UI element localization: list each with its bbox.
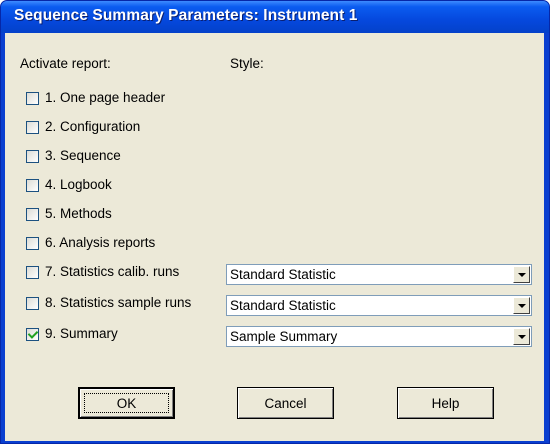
label-logbook: 4. Logbook <box>45 177 112 192</box>
chevron-down-icon[interactable] <box>513 266 530 283</box>
checkbox-one-page-header[interactable] <box>26 92 39 105</box>
label-one-page-header: 1. One page header <box>45 90 166 105</box>
checkbox-logbook[interactable] <box>26 179 39 192</box>
chevron-down-icon[interactable] <box>513 328 530 345</box>
checkbox-sequence[interactable] <box>26 150 39 163</box>
cancel-button[interactable]: Cancel <box>237 387 334 419</box>
cancel-button-label: Cancel <box>264 395 307 411</box>
checkbox-methods[interactable] <box>26 208 39 221</box>
style-select-sample-runs[interactable]: Standard Statistic <box>226 295 532 316</box>
help-button[interactable]: Help <box>397 387 494 419</box>
checkbox-statistics-calib-runs[interactable] <box>26 266 39 279</box>
focus-rectangle <box>84 393 169 413</box>
label-statistics-calib-runs: 7. Statistics calib. runs <box>45 264 180 279</box>
label-statistics-sample-runs: 8. Statistics sample runs <box>45 295 192 310</box>
dialog-window: Sequence Summary Parameters: Instrument … <box>0 0 550 444</box>
help-button-label: Help <box>431 395 460 411</box>
dialog-body: Activate report: Style: 1. One page head… <box>5 33 544 441</box>
chevron-down-icon[interactable] <box>513 297 530 314</box>
style-header: Style: <box>230 56 264 71</box>
title-bar[interactable]: Sequence Summary Parameters: Instrument … <box>1 1 549 33</box>
label-summary: 9. Summary <box>45 326 118 341</box>
checkbox-summary[interactable] <box>26 328 39 341</box>
style-select-sample-runs-value: Standard Statistic <box>230 298 336 313</box>
checkbox-statistics-sample-runs[interactable] <box>26 297 39 310</box>
window-title: Sequence Summary Parameters: Instrument … <box>14 7 358 24</box>
label-sequence: 3. Sequence <box>45 148 121 163</box>
label-configuration: 2. Configuration <box>45 119 141 134</box>
style-select-summary[interactable]: Sample Summary <box>226 326 532 347</box>
activate-report-header: Activate report: <box>20 56 111 71</box>
checkbox-analysis-reports[interactable] <box>26 237 39 250</box>
style-select-summary-value: Sample Summary <box>230 329 338 344</box>
checkbox-configuration[interactable] <box>26 121 39 134</box>
style-select-calib-runs-value: Standard Statistic <box>230 267 336 282</box>
ok-button[interactable]: OK <box>78 387 175 419</box>
style-select-calib-runs[interactable]: Standard Statistic <box>226 264 532 285</box>
label-analysis-reports: 6. Analysis reports <box>45 235 156 250</box>
label-methods: 5. Methods <box>45 206 112 221</box>
